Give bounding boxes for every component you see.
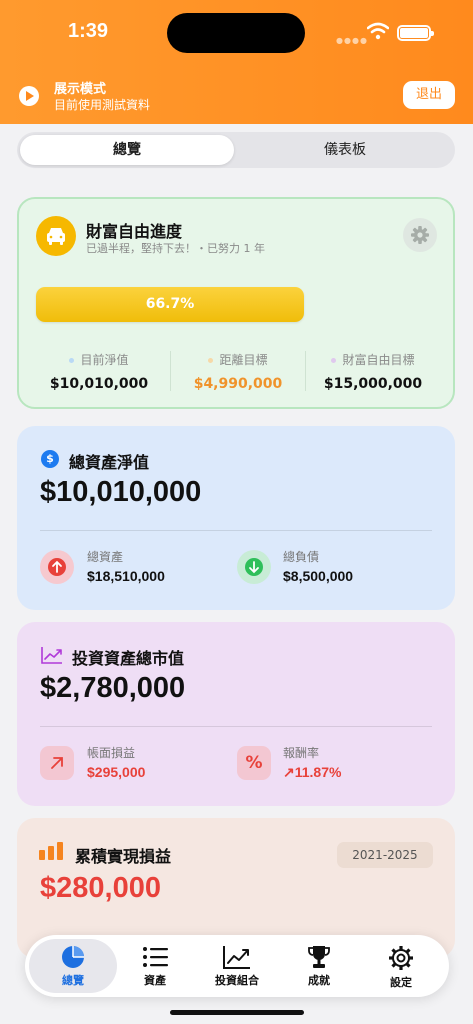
tab-label: 投資組合 xyxy=(215,974,259,987)
status-time: 1:39 xyxy=(68,20,109,42)
fire-progress-bar: 66.7% xyxy=(36,287,304,322)
net-worth-title: 總資產淨值 xyxy=(69,453,150,472)
pie-chart-icon xyxy=(62,946,84,968)
return-rate-label: 報酬率 xyxy=(283,746,320,760)
percent-icon: % xyxy=(237,746,271,780)
bar-chart-icon xyxy=(39,842,63,860)
arrow-up-icon xyxy=(40,550,74,584)
stat-label: 距離目標 xyxy=(219,353,268,367)
tab-settings[interactable]: 設定 xyxy=(357,939,445,993)
investment-value: $2,780,000 xyxy=(40,672,186,704)
stat-value: $4,990,000 xyxy=(193,376,283,392)
segment-dashboard[interactable]: 儀表板 xyxy=(238,135,452,165)
divider xyxy=(40,726,432,727)
stat-label: 目前淨值 xyxy=(80,353,129,367)
total-assets-label: 總資產 xyxy=(87,550,124,564)
return-rate-value: ↗11.87% xyxy=(283,764,342,780)
net-worth-value: $10,010,000 xyxy=(40,476,202,508)
stat-label: 財富自由目標 xyxy=(342,353,415,367)
gear-icon xyxy=(411,226,429,244)
segment-overview[interactable]: 總覽 xyxy=(20,135,234,165)
realized-pl-value: $280,000 xyxy=(40,872,161,904)
fire-progress-label: 66.7% xyxy=(145,296,195,312)
net-worth-card[interactable]: $ 總資產淨值 $10,010,000 總資產 $18,510,000 總負債 … xyxy=(17,426,455,610)
tab-assets[interactable]: 資產 xyxy=(111,939,199,993)
tab-overview[interactable]: 總覽 xyxy=(29,939,117,993)
trend-chart-icon xyxy=(223,946,250,969)
demo-mode-title: 展示模式 xyxy=(54,82,107,97)
divider xyxy=(40,530,432,531)
trend-chart-icon xyxy=(41,646,62,664)
exit-demo-button[interactable]: 退出 xyxy=(403,81,455,109)
fire-progress-card[interactable]: 財富自由進度 已過半程，堅持下去！・已努力 1 年 66.7% 目前淨值 $10… xyxy=(17,197,455,409)
fire-settings-button[interactable] xyxy=(403,218,437,252)
cellular-signal-icon: ●●●● xyxy=(336,36,368,45)
stat-value: $10,010,000 xyxy=(49,376,149,392)
bottom-tab-bar: 總覽 資產 投資組合 成就 設定 xyxy=(25,935,449,997)
fire-title: 財富自由進度 xyxy=(86,222,183,241)
gear-icon xyxy=(389,946,413,970)
dynamic-island xyxy=(167,13,305,53)
stat-current-net-worth: 目前淨值 $10,010,000 xyxy=(31,351,167,392)
arrow-down-icon xyxy=(237,550,271,584)
unrealized-pl-label: 帳面損益 xyxy=(87,746,136,760)
battery-icon xyxy=(397,25,434,41)
view-segmented-control: 總覽 儀表板 xyxy=(17,132,455,168)
year-range-badge[interactable]: 2021-2025 xyxy=(337,842,433,868)
total-assets-value: $18,510,000 xyxy=(87,568,165,584)
tab-label: 資產 xyxy=(144,974,166,987)
wifi-icon xyxy=(367,22,389,40)
unrealized-pl-value: $295,000 xyxy=(87,764,146,780)
home-indicator xyxy=(170,1010,304,1015)
app-header: 1:39 ●●●● 展示模式 目前使用測試資料 退出 xyxy=(0,0,473,124)
play-icon xyxy=(19,86,39,106)
car-icon xyxy=(36,216,76,256)
list-icon xyxy=(143,947,168,967)
stat-distance-to-goal: 距離目標 $4,990,000 xyxy=(170,351,306,392)
demo-mode-subtitle: 目前使用測試資料 xyxy=(54,98,151,112)
stat-fire-goal: 財富自由目標 $15,000,000 xyxy=(305,351,441,392)
dollar-icon: $ xyxy=(41,450,59,468)
tab-portfolio[interactable]: 投資組合 xyxy=(193,939,281,993)
trophy-icon xyxy=(308,946,330,968)
tab-label: 總覽 xyxy=(62,974,84,987)
arrow-up-right-icon xyxy=(40,746,74,780)
tab-label: 成就 xyxy=(308,974,330,987)
realized-pl-title: 累積實現損益 xyxy=(75,847,172,866)
tab-achievements[interactable]: 成就 xyxy=(275,939,363,993)
investment-card[interactable]: 投資資產總市值 $2,780,000 帳面損益 $295,000 % 報酬率 ↗… xyxy=(17,622,455,806)
tab-label: 設定 xyxy=(390,976,412,989)
investment-title: 投資資產總市值 xyxy=(72,649,185,668)
stat-value: $15,000,000 xyxy=(323,376,423,392)
total-liabilities-label: 總負債 xyxy=(283,550,320,564)
total-liabilities-value: $8,500,000 xyxy=(283,568,354,584)
fire-subtitle: 已過半程，堅持下去！・已努力 1 年 xyxy=(86,242,265,255)
